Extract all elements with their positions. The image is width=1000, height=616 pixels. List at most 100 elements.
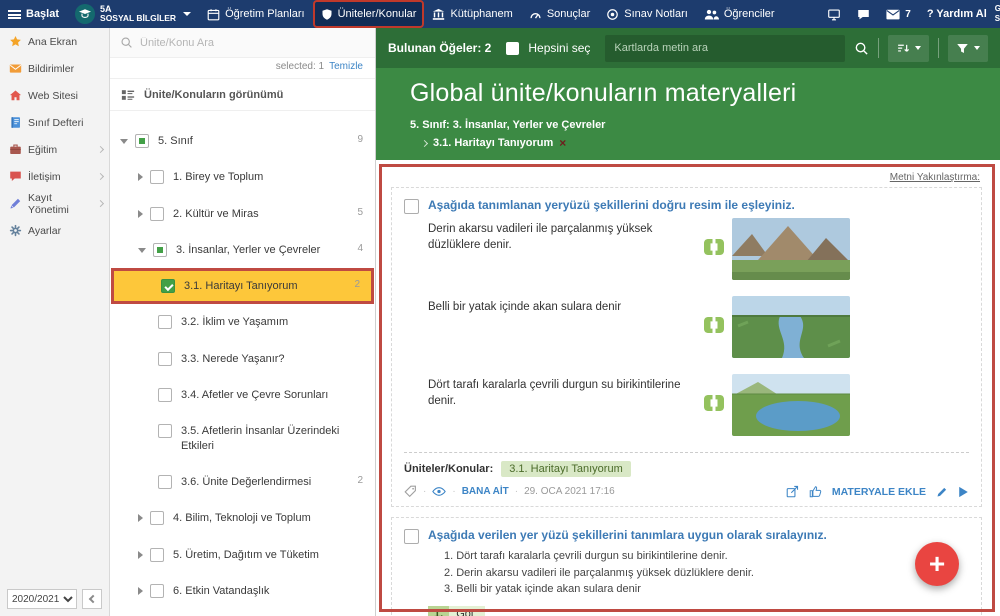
checkbox-empty[interactable] — [158, 351, 172, 366]
nav-units-topics[interactable]: Üniteler/Konular — [312, 0, 425, 28]
checkbox-empty[interactable] — [158, 424, 172, 439]
tree-item-topic-3-5[interactable]: 3.5. Afetlerin İnsanlar Üzerindeki Etkil… — [110, 413, 375, 464]
chevron-right-icon — [96, 145, 105, 154]
river-image[interactable] — [732, 296, 850, 358]
checkbox-empty[interactable] — [150, 547, 164, 562]
materials-list: Metni Yakınlaştırma: Aşağıda tanımlanan … — [376, 160, 1000, 616]
checkbox-empty[interactable] — [158, 315, 172, 330]
clear-selection-link[interactable]: Temizle — [329, 61, 363, 72]
chevron-right-icon[interactable] — [138, 173, 143, 182]
nav-students[interactable]: Öğrenciler — [696, 0, 783, 28]
cards-search-input[interactable] — [614, 42, 836, 54]
filter-button[interactable] — [948, 34, 988, 62]
checkbox-empty[interactable] — [158, 388, 172, 403]
visibility-icon[interactable] — [432, 486, 447, 497]
pen-icon — [10, 198, 21, 209]
shield-icon — [322, 8, 332, 20]
sidebar-label: Ayarlar — [28, 224, 62, 237]
app-window: Başlat 5A SOSYAL BİLGİLER Öğretim Planla… — [0, 0, 1000, 616]
open-in-window-icon[interactable] — [786, 485, 799, 498]
search-icon — [121, 37, 132, 48]
lake-image[interactable] — [732, 374, 850, 436]
match-text: Derin akarsu vadileri ile parçalanmış yü… — [428, 223, 653, 251]
messages-button[interactable] — [849, 0, 878, 28]
checkbox-empty[interactable] — [150, 583, 164, 598]
add-material-fab[interactable]: + — [915, 542, 959, 586]
nav-teaching-plans[interactable]: Öğretim Planları — [199, 0, 312, 28]
sidebar-item-website[interactable]: Web Sitesi — [0, 82, 109, 109]
sidebar-item-settings[interactable]: Ayarlar — [0, 217, 109, 244]
connector-icon[interactable] — [704, 238, 724, 260]
search-icon[interactable] — [854, 41, 869, 56]
checkbox-checked[interactable] — [161, 279, 175, 294]
mail-button[interactable]: 7 — [878, 0, 919, 28]
divider — [878, 38, 879, 58]
sidebar-item-education[interactable]: Eğitim — [0, 136, 109, 163]
chevron-right-icon[interactable] — [138, 550, 143, 559]
notebook-icon — [11, 117, 20, 128]
sidebar-item-home[interactable]: Ana Ekran — [0, 28, 109, 55]
card-checkbox[interactable] — [404, 199, 419, 214]
chevron-right-icon[interactable] — [138, 209, 143, 218]
tree-item-topic-3-1-selected[interactable]: 3.1. Haritayı Tanıyorum 2 — [111, 268, 374, 305]
card-checkbox[interactable] — [404, 529, 419, 544]
remove-filter-icon[interactable]: × — [559, 137, 566, 149]
text-zoom-link[interactable]: Metni Yakınlaştırma: — [389, 172, 980, 183]
chevron-down-icon[interactable] — [120, 139, 128, 144]
tree-item-unit-5[interactable]: 5. Üretim, Dağıtım ve Tüketim — [110, 537, 375, 573]
tree-item-unit-2[interactable]: 2. Kültür ve Miras 5 — [110, 196, 375, 232]
tree-item-topic-3-2[interactable]: 3.2. İklim ve Yaşamım — [110, 304, 375, 340]
tree-item-unit-4[interactable]: 4. Bilim, Teknoloji ve Toplum — [110, 500, 375, 536]
checkbox-empty[interactable] — [150, 170, 164, 185]
chevron-down-icon[interactable] — [138, 247, 146, 253]
tree-item-grade-5[interactable]: 5. Sınıf 9 — [110, 123, 375, 159]
sidebar-label: Sınıf Defteri — [28, 116, 84, 129]
edit-pencil-icon[interactable] — [936, 486, 948, 498]
checkbox-empty[interactable] — [158, 474, 172, 489]
tree-item-unit-1[interactable]: 1. Birey ve Toplum — [110, 159, 375, 195]
help-button[interactable]: ? Yardım Al — [919, 0, 995, 28]
add-to-material-button[interactable]: MATERYALE EKLE — [832, 486, 926, 498]
class-selector[interactable]: 5A SOSYAL BİLGİLER — [67, 0, 199, 28]
tree-item-unit-6[interactable]: 6. Etkin Vatandaşlık — [110, 573, 375, 609]
sidebar-item-notifications[interactable]: Bildirimler — [0, 55, 109, 82]
like-icon[interactable] — [809, 485, 822, 498]
tree-view-header[interactable]: Ünite/Konuların görünümü — [110, 79, 375, 111]
connector-icon[interactable] — [704, 394, 724, 416]
checkbox-partial[interactable] — [135, 134, 149, 148]
plateau-image[interactable] — [732, 218, 850, 280]
nav-results[interactable]: Sonuçlar — [521, 0, 598, 28]
badge-icon — [607, 8, 619, 20]
nav-my-library[interactable]: Kütüphanem — [424, 0, 520, 28]
chevron-right-icon[interactable] — [138, 514, 143, 523]
play-icon[interactable] — [958, 486, 969, 498]
sort-button[interactable] — [888, 34, 929, 62]
tree-search-input[interactable] — [140, 36, 300, 49]
checkbox-empty[interactable] — [150, 206, 164, 221]
school-year-select[interactable]: 2020/2021 — [7, 589, 77, 609]
select-all-checkbox[interactable] — [506, 41, 520, 55]
topic-badge[interactable]: 3.1. Haritayı Tanıyorum — [501, 461, 631, 477]
sidebar-item-communication[interactable]: İletişim — [0, 163, 109, 190]
sidebar-item-registration[interactable]: Kayıt Yönetimi — [0, 190, 109, 217]
tree-search-bar — [110, 28, 375, 58]
sortable-item[interactable]: 1. Göl — [428, 605, 486, 616]
checkbox-empty[interactable] — [150, 511, 164, 526]
gauge-icon — [530, 12, 541, 19]
connector-icon[interactable] — [704, 316, 724, 338]
tree-item-topic-3-3[interactable]: 3.3. Nerede Yaşanır? — [110, 341, 375, 377]
tree-item-topic-3-4[interactable]: 3.4. Afetler ve Çevre Sorunları — [110, 377, 375, 413]
tree-item-unit-7-clipped[interactable]: 7. Küresel Bağlantılar — [110, 609, 375, 616]
tree-item-topic-3-6[interactable]: 3.6. Ünite Değerlendirmesi 2 — [110, 464, 375, 500]
start-menu-button[interactable]: Başlat — [0, 0, 67, 28]
tag-icon[interactable] — [404, 485, 417, 498]
collapse-sidebar-button[interactable] — [82, 589, 102, 609]
owner-label[interactable]: BANA AİT — [462, 486, 509, 497]
tree-item-unit-3[interactable]: 3. İnsanlar, Yerler ve Çevreler 4 — [110, 232, 375, 268]
class-name: SOSYAL BİLGİLER — [100, 13, 177, 24]
chevron-right-icon[interactable] — [138, 586, 143, 595]
nav-exam-grades[interactable]: Sınav Notları — [598, 0, 696, 28]
sidebar-item-class-register[interactable]: Sınıf Defteri — [0, 109, 109, 136]
checkbox-partial[interactable] — [153, 242, 167, 257]
screen-share-button[interactable] — [819, 0, 849, 28]
